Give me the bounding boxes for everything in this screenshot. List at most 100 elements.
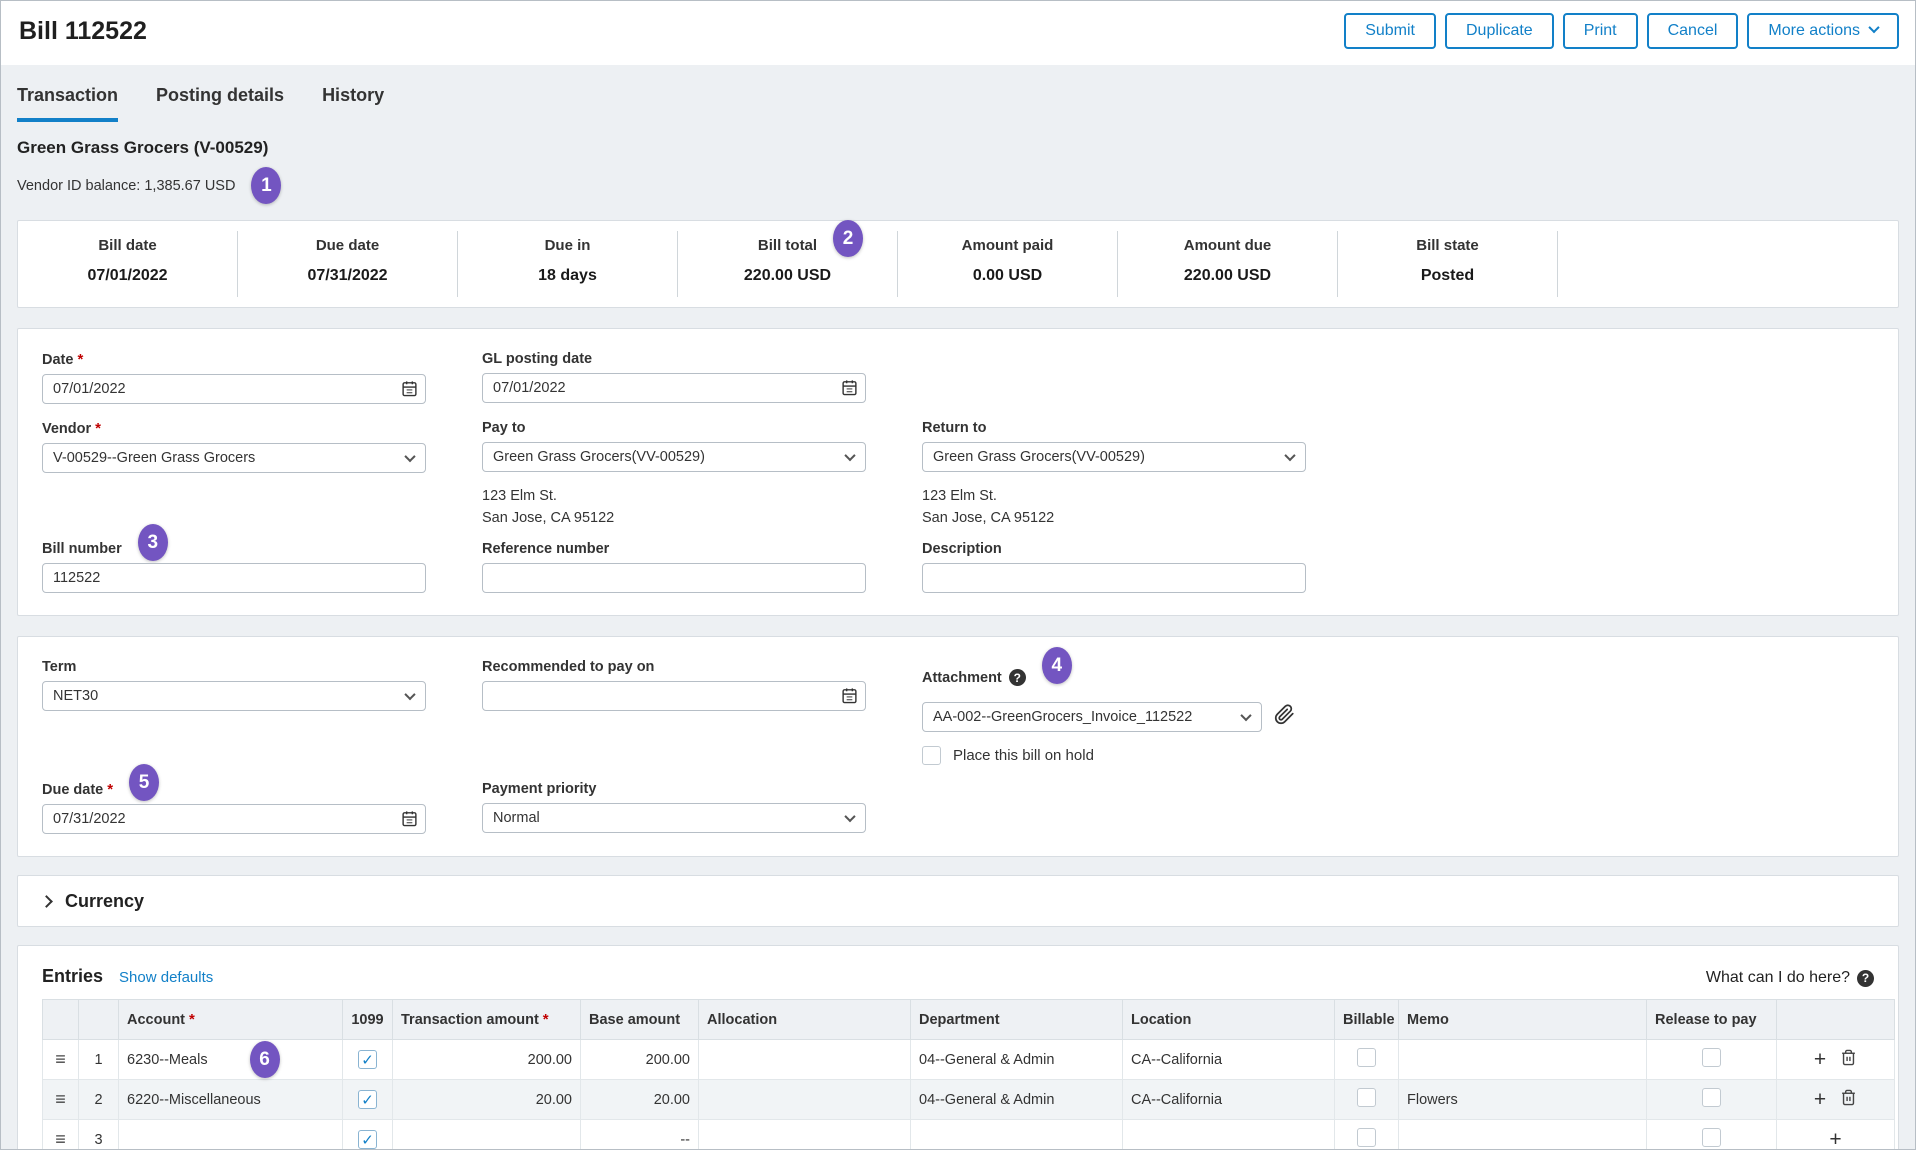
date-input[interactable] bbox=[42, 374, 426, 404]
add-row-icon[interactable] bbox=[1814, 1048, 1826, 1072]
vendor-label: Vendor* bbox=[42, 420, 426, 437]
account-cell[interactable] bbox=[119, 1120, 343, 1151]
transaction-amount-cell[interactable]: 200.00 bbox=[393, 1040, 581, 1080]
drag-handle-icon[interactable] bbox=[51, 1089, 70, 1110]
entries-table: Account* 1099 Transaction amount* Base a… bbox=[42, 999, 1895, 1150]
row-number: 2 bbox=[79, 1080, 119, 1120]
add-row-icon[interactable] bbox=[1829, 1128, 1841, 1151]
calendar-icon[interactable] bbox=[841, 687, 858, 709]
vendor-select-value: V-00529--Green Grass Grocers bbox=[53, 450, 255, 466]
gl-posting-date-input[interactable] bbox=[482, 373, 866, 403]
attachment-select-value: AA-002--GreenGrocers_Invoice_112522 bbox=[933, 709, 1192, 725]
col-account-label: Account bbox=[127, 1012, 185, 1028]
vendor-select[interactable]: V-00529--Green Grass Grocers bbox=[42, 443, 426, 473]
ten99-checkbox[interactable] bbox=[358, 1050, 377, 1069]
calendar-icon[interactable] bbox=[401, 380, 418, 402]
add-row-icon[interactable] bbox=[1814, 1088, 1826, 1112]
due-date-label-wrap: Due date* 5 bbox=[42, 781, 113, 798]
due-date-input[interactable] bbox=[42, 804, 426, 834]
description-input[interactable] bbox=[922, 563, 1306, 593]
allocation-cell[interactable] bbox=[699, 1120, 911, 1151]
entry-row-3: 3 -- bbox=[43, 1120, 1895, 1151]
release-to-pay-checkbox[interactable] bbox=[1702, 1048, 1721, 1067]
show-defaults-link[interactable]: Show defaults bbox=[119, 969, 213, 986]
drag-handle-icon[interactable] bbox=[51, 1129, 70, 1150]
tab-transaction[interactable]: Transaction bbox=[17, 85, 118, 122]
chevron-right-icon bbox=[40, 895, 53, 908]
ten99-checkbox[interactable] bbox=[358, 1130, 377, 1149]
memo-cell[interactable] bbox=[1399, 1040, 1647, 1080]
drag-cell bbox=[43, 1080, 79, 1120]
ten99-checkbox[interactable] bbox=[358, 1090, 377, 1109]
entries-help-text: What can I do here? bbox=[1706, 969, 1850, 987]
summary-label: Bill state bbox=[1416, 237, 1479, 254]
pay-to-select[interactable]: Green Grass Grocers(VV-00529) bbox=[482, 442, 866, 472]
account-cell[interactable]: 6220--Miscellaneous bbox=[119, 1080, 343, 1120]
summary-bill-date: Bill date 07/01/2022 bbox=[18, 231, 238, 297]
payment-priority-select[interactable]: Normal bbox=[482, 803, 866, 833]
submit-button[interactable]: Submit bbox=[1344, 13, 1436, 49]
summary-label: Amount paid bbox=[962, 237, 1054, 254]
currency-section[interactable]: Currency bbox=[17, 875, 1899, 927]
location-cell[interactable]: CA--California bbox=[1123, 1080, 1335, 1120]
reference-number-input[interactable] bbox=[482, 563, 866, 593]
hold-checkbox-label: Place this bill on hold bbox=[953, 747, 1094, 764]
calendar-icon[interactable] bbox=[401, 810, 418, 832]
more-actions-button[interactable]: More actions bbox=[1747, 13, 1899, 49]
help-icon[interactable] bbox=[1009, 669, 1026, 686]
annotation-badge-2: 2 bbox=[833, 220, 863, 257]
delete-row-icon[interactable] bbox=[1840, 1094, 1857, 1110]
allocation-cell[interactable] bbox=[699, 1040, 911, 1080]
chevron-down-icon bbox=[844, 811, 855, 822]
attachment-select[interactable]: AA-002--GreenGrocers_Invoice_112522 bbox=[922, 702, 1262, 732]
summary-value: 220.00 USD bbox=[678, 267, 897, 285]
memo-cell[interactable] bbox=[1399, 1120, 1647, 1151]
entries-card: Entries Show defaults What can I do here… bbox=[17, 945, 1899, 1150]
billable-checkbox[interactable] bbox=[1357, 1128, 1376, 1147]
annotation-badge-6: 6 bbox=[250, 1041, 280, 1078]
summary-value: Posted bbox=[1338, 267, 1557, 285]
department-cell[interactable]: 04--General & Admin bbox=[911, 1080, 1123, 1120]
bill-details-card: Date* GL posting date bbox=[17, 328, 1899, 616]
location-cell[interactable]: CA--California bbox=[1123, 1040, 1335, 1080]
recommended-pay-input[interactable] bbox=[482, 681, 866, 711]
paperclip-icon[interactable] bbox=[1274, 704, 1295, 730]
required-asterisk: * bbox=[77, 351, 83, 368]
calendar-icon[interactable] bbox=[841, 379, 858, 401]
release-to-pay-cell bbox=[1647, 1040, 1777, 1080]
department-cell[interactable] bbox=[911, 1120, 1123, 1151]
summary-value: 0.00 USD bbox=[898, 267, 1117, 285]
bill-summary-bar: Bill date 07/01/2022 Due date 07/31/2022… bbox=[17, 220, 1899, 308]
hold-checkbox[interactable] bbox=[922, 746, 941, 765]
return-to-address-line1: 123 Elm St. bbox=[922, 485, 1306, 507]
help-icon[interactable] bbox=[1857, 970, 1874, 987]
release-to-pay-checkbox[interactable] bbox=[1702, 1088, 1721, 1107]
transaction-amount-cell[interactable] bbox=[393, 1120, 581, 1151]
bill-number-input[interactable] bbox=[42, 563, 426, 593]
col-department: Department bbox=[911, 1000, 1123, 1040]
account-cell[interactable]: 6230--Meals 6 bbox=[119, 1040, 343, 1080]
delete-row-icon[interactable] bbox=[1840, 1054, 1857, 1070]
billable-checkbox[interactable] bbox=[1357, 1088, 1376, 1107]
billable-checkbox[interactable] bbox=[1357, 1048, 1376, 1067]
term-select[interactable]: NET30 bbox=[42, 681, 426, 711]
col-location: Location bbox=[1123, 1000, 1335, 1040]
summary-label: Bill date bbox=[98, 237, 156, 254]
release-to-pay-checkbox[interactable] bbox=[1702, 1128, 1721, 1147]
tab-history[interactable]: History bbox=[322, 85, 384, 122]
drag-handle-icon[interactable] bbox=[51, 1049, 70, 1070]
memo-cell[interactable]: Flowers bbox=[1399, 1080, 1647, 1120]
tab-posting-details[interactable]: Posting details bbox=[156, 85, 284, 122]
base-amount-cell: -- bbox=[581, 1120, 699, 1151]
location-cell[interactable] bbox=[1123, 1120, 1335, 1151]
transaction-amount-cell[interactable]: 20.00 bbox=[393, 1080, 581, 1120]
print-button[interactable]: Print bbox=[1563, 13, 1638, 49]
return-to-select[interactable]: Green Grass Grocers(VV-00529) bbox=[922, 442, 1306, 472]
payment-priority-label: Payment priority bbox=[482, 781, 866, 797]
duplicate-button[interactable]: Duplicate bbox=[1445, 13, 1554, 49]
allocation-cell[interactable] bbox=[699, 1080, 911, 1120]
vendor-balance-text: Vendor ID balance: 1,385.67 USD bbox=[17, 178, 235, 194]
cancel-button[interactable]: Cancel bbox=[1647, 13, 1739, 49]
vendor-balance: Vendor ID balance: 1,385.67 USD 1 bbox=[17, 167, 1899, 204]
department-cell[interactable]: 04--General & Admin bbox=[911, 1040, 1123, 1080]
